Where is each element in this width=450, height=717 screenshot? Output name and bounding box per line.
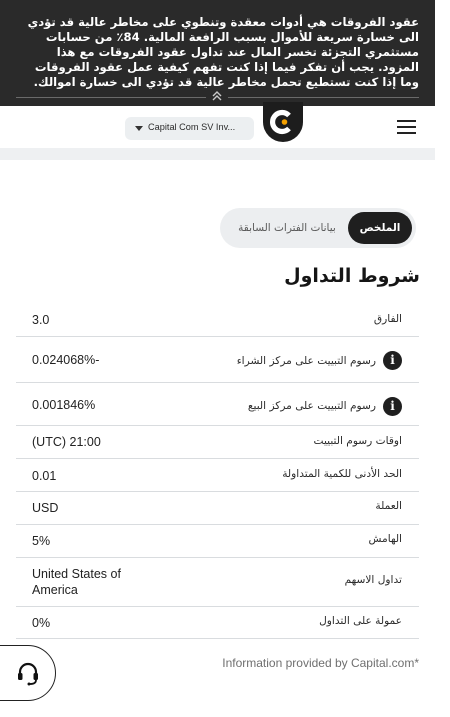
row-value: 0%	[32, 616, 51, 630]
info-icon[interactable]: i	[383, 351, 402, 370]
section-title: شروط التداول	[284, 265, 420, 287]
data-source-note: Information provided by Capital.com*	[222, 656, 419, 670]
capital-logo-icon[interactable]	[263, 102, 303, 142]
row-label: الهامش	[368, 533, 402, 545]
support-chat-button[interactable]	[0, 645, 56, 701]
table-row: USD العملة	[16, 492, 419, 525]
headset-icon	[18, 662, 38, 686]
row-value: 0.024068%-	[32, 353, 100, 367]
row-label: رسوم التبييت على مركز البيع	[247, 400, 376, 412]
risk-warning-text: عقود الفروقات هي أدوات معقدة وتنطوي على …	[27, 15, 419, 89]
row-label: العملة	[375, 500, 402, 512]
table-row: 0.001846% i رسوم التبييت على مركز البيع	[16, 383, 419, 426]
row-label: رسوم التبييت على مركز الشراء	[236, 355, 376, 367]
row-label: الحد الأدنى للكمية المتداولة	[282, 468, 402, 480]
row-label: اوقات رسوم التبييت	[313, 435, 402, 447]
tab-switcher: بيانات الفترات السابقة الملخص	[220, 208, 416, 248]
site-header: Capital Com SV Inv...	[0, 106, 435, 148]
row-label: الفارق	[373, 313, 402, 325]
row-label: تداول الاسهم	[344, 574, 402, 586]
row-value: 0.01	[32, 469, 57, 483]
row-value: United States of America	[32, 567, 121, 597]
collapse-banner-icon[interactable]	[206, 87, 228, 107]
info-icon[interactable]: i	[383, 397, 402, 416]
row-value: 5%	[32, 534, 51, 548]
table-row: 0.024068%- i رسوم التبييت على مركز الشرا…	[16, 337, 419, 383]
row-value: (UTC) 21:00	[32, 435, 101, 449]
tab-summary[interactable]: الملخص	[348, 212, 412, 244]
table-row: 0% عمولة على التداول	[16, 607, 419, 639]
caret-down-icon	[135, 126, 143, 131]
menu-hamburger-icon[interactable]	[397, 120, 417, 135]
row-label: عمولة على التداول	[319, 615, 402, 627]
entity-selector[interactable]: Capital Com SV Inv...	[125, 117, 254, 140]
row-value: 0.001846%	[32, 398, 96, 412]
tab-history[interactable]: بيانات الفترات السابقة	[228, 212, 346, 244]
table-row: (UTC) 21:00 اوقات رسوم التبييت	[16, 426, 419, 459]
row-value: USD	[32, 501, 59, 515]
table-row: United States of America تداول الاسهم	[16, 558, 419, 607]
row-value: 3.0	[32, 313, 50, 327]
header-strip	[0, 148, 435, 160]
table-row: 0.01 الحد الأدنى للكمية المتداولة	[16, 459, 419, 492]
table-row: 3.0 الفارق	[16, 303, 419, 337]
entity-selector-label: Capital Com SV Inv...	[148, 122, 236, 132]
table-row: 5% الهامش	[16, 525, 419, 558]
